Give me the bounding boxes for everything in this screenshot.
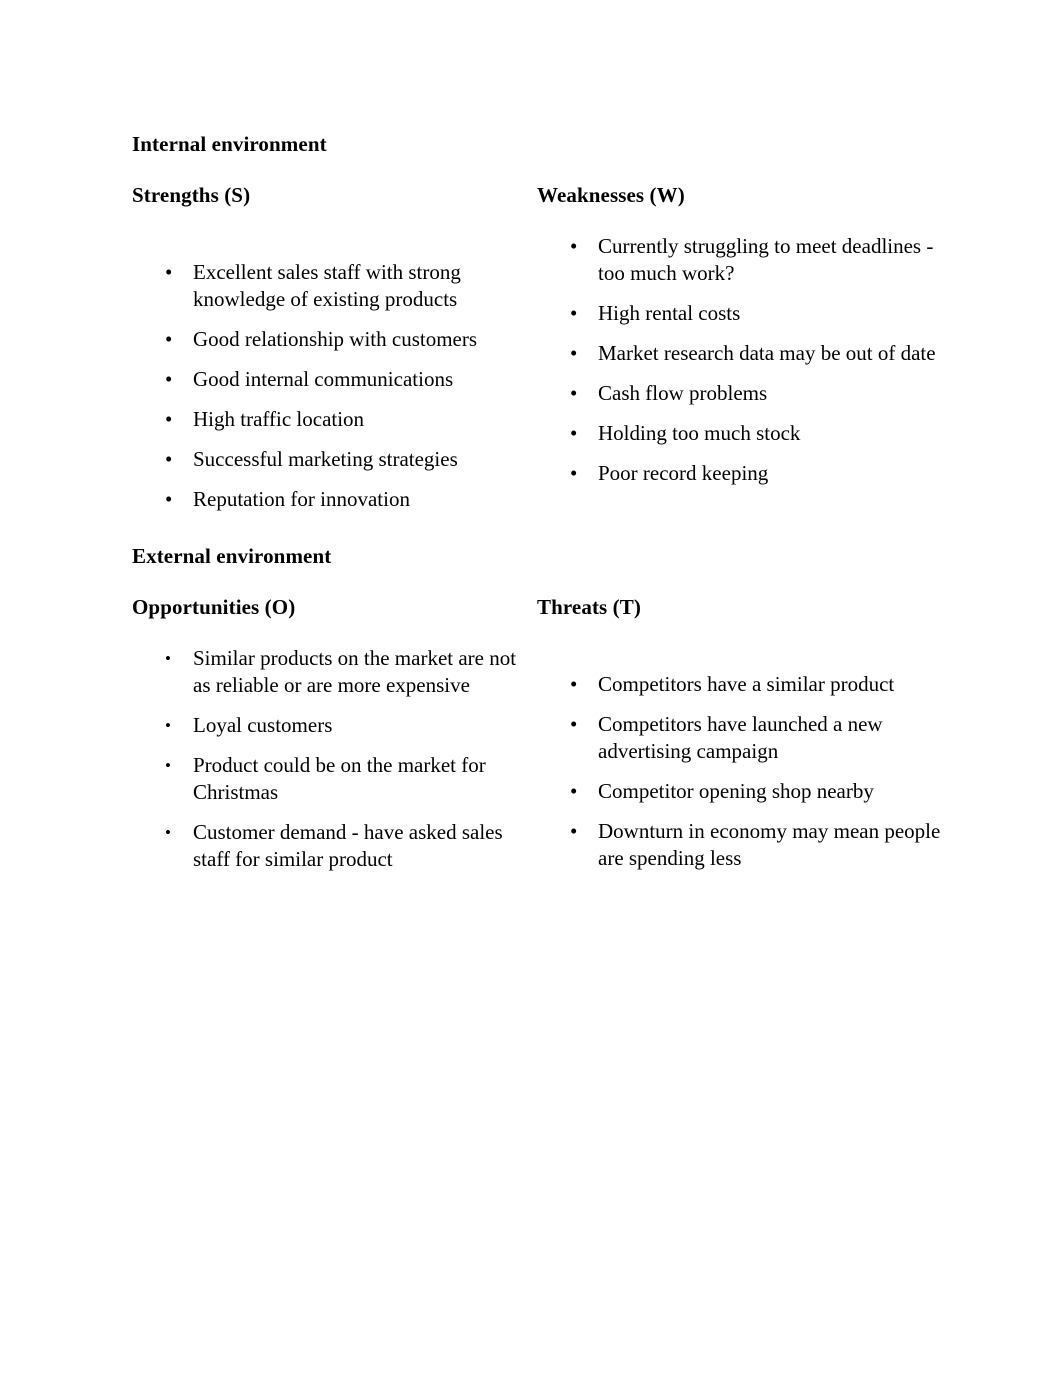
list-item: • Customer demand - have asked sales staf… xyxy=(132,819,532,873)
list-item-text: Good internal communications xyxy=(193,367,454,391)
list-item-text: Currently struggling to meet deadlines -… xyxy=(598,234,934,285)
bullet-point-icon: • xyxy=(570,381,578,405)
bullet-point-icon: • xyxy=(165,823,171,842)
list-item-text: Loyal customers xyxy=(193,713,333,737)
section-heading-internal: Internal environment xyxy=(132,132,327,156)
list-item: • Excellent sales staff with strong knowl… xyxy=(132,259,532,313)
list-item: • High traffic location xyxy=(132,406,532,433)
list-item: • Competitors have a similar product xyxy=(537,671,947,698)
list-item-text: Market research data may be out of date xyxy=(598,341,936,365)
bullet-point-icon: • xyxy=(570,672,578,696)
list-item-text: Downturn in economy may mean people are … xyxy=(598,819,941,870)
bullet-list-opportunities: • Similar products on the market are not … xyxy=(132,645,532,873)
bullet-point-icon: • xyxy=(570,341,578,365)
list-item: • Competitor opening shop nearby xyxy=(537,778,947,805)
bullet-point-icon: • xyxy=(165,447,173,471)
list-item: • Good internal communications xyxy=(132,366,532,393)
list-item-text: Customer demand - have asked sales staff… xyxy=(193,820,503,871)
list-item-text: Holding too much stock xyxy=(598,421,801,445)
list-item-text: Successful marketing strategies xyxy=(193,447,458,471)
list-item-text: Poor record keeping xyxy=(598,461,769,485)
list-item-text: High traffic location xyxy=(193,407,365,431)
quadrant-heading-strengths: Strengths (S) xyxy=(132,183,251,207)
list-item: • Downturn in economy may mean people are… xyxy=(537,818,947,872)
list-item-text: Product could be on the market for Chris… xyxy=(193,753,486,804)
list-item: • Reputation for innovation xyxy=(132,486,532,513)
list-item-text: Excellent sales staff with strong knowle… xyxy=(193,260,461,311)
list-item-text: Cash flow problems xyxy=(598,381,768,405)
bullet-list-threats: • Competitors have a similar product • Com… xyxy=(537,671,947,872)
quadrant-heading-threats: Threats (T) xyxy=(537,595,641,619)
list-item: • Competitors have launched a new adverti… xyxy=(537,711,947,765)
bullet-point-icon: • xyxy=(165,260,173,284)
list-item-text: Competitors have launched a new advertis… xyxy=(598,712,883,763)
list-item-text: Good relationship with customers xyxy=(193,327,478,351)
list-item: • Poor record keeping xyxy=(537,460,947,487)
list-item: • High rental costs xyxy=(537,300,947,327)
bullet-point-icon: • xyxy=(570,234,578,258)
bullet-point-icon: • xyxy=(165,367,173,391)
bullet-point-icon: • xyxy=(570,779,578,803)
bullet-point-icon: • xyxy=(165,716,171,735)
bullet-point-icon: • xyxy=(165,327,173,351)
list-item: • Currently struggling to meet deadlines … xyxy=(537,233,947,287)
document-page: Internal environment Strengths (S) Weakn… xyxy=(0,0,1062,1376)
bullet-point-icon: • xyxy=(165,407,173,431)
bullet-point-icon: • xyxy=(165,756,171,775)
list-item-text: Similar products on the market are not a… xyxy=(193,646,517,697)
list-item: • Good relationship with customers xyxy=(132,326,532,353)
bullet-list-strengths: • Excellent sales staff with strong knowl… xyxy=(132,259,532,513)
bullet-point-icon: • xyxy=(165,487,173,511)
bullet-point-icon: • xyxy=(570,712,578,736)
list-item-text: High rental costs xyxy=(598,301,741,325)
list-item: • Successful marketing strategies xyxy=(132,446,532,473)
quadrant-heading-weaknesses: Weaknesses (W) xyxy=(537,183,685,207)
list-item-text: Competitors have a similar product xyxy=(598,672,895,696)
section-heading-external: External environment xyxy=(132,544,332,568)
quadrant-heading-opportunities: Opportunities (O) xyxy=(132,595,296,619)
list-item-text: Competitor opening shop nearby xyxy=(598,779,874,803)
bullet-list-weaknesses: • Currently struggling to meet deadlines … xyxy=(537,233,947,487)
list-item: • Similar products on the market are not … xyxy=(132,645,532,699)
list-item: • Market research data may be out of date xyxy=(537,340,947,367)
list-item: • Cash flow problems xyxy=(537,380,947,407)
list-item: • Loyal customers xyxy=(132,712,532,739)
bullet-point-icon: • xyxy=(570,461,578,485)
list-item-text: Reputation for innovation xyxy=(193,487,410,511)
list-item: • Product could be on the market for Chri… xyxy=(132,752,532,806)
bullet-point-icon: • xyxy=(570,421,578,445)
list-item: • Holding too much stock xyxy=(537,420,947,447)
bullet-point-icon: • xyxy=(570,819,578,843)
bullet-point-icon: • xyxy=(570,301,578,325)
bullet-point-icon: • xyxy=(165,649,171,668)
